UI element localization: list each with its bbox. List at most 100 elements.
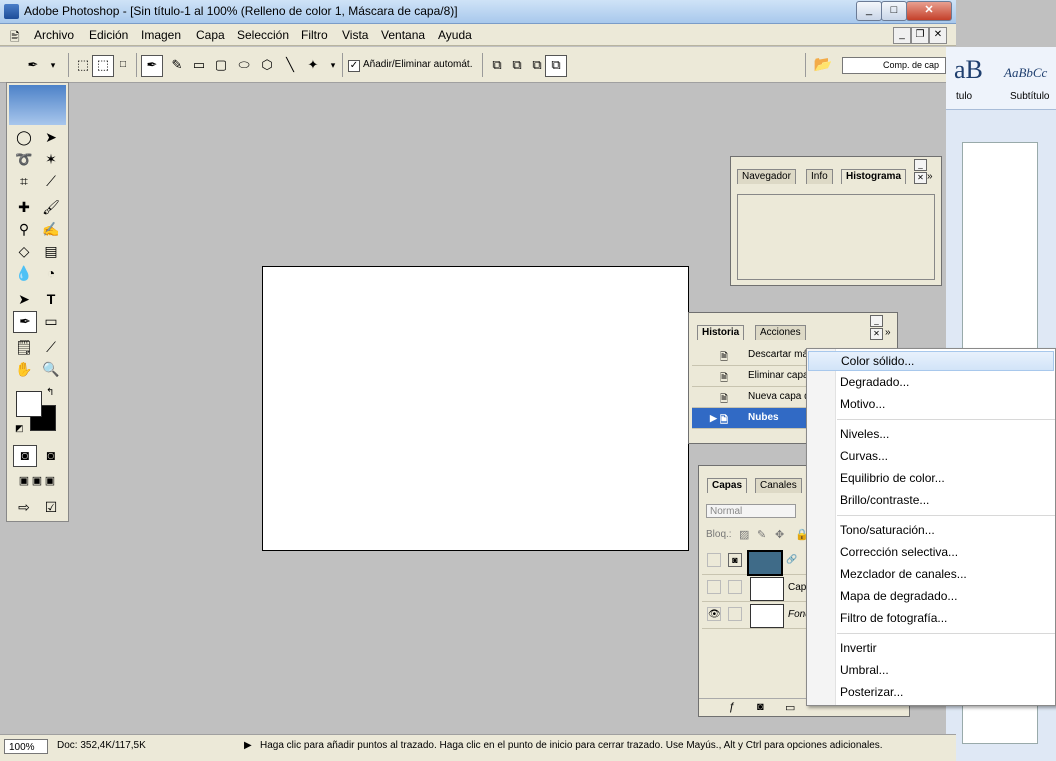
- pen-tool-icon[interactable]: ✒: [13, 311, 37, 333]
- layer-mask-icon[interactable]: ◙: [757, 701, 764, 713]
- dodge-icon[interactable]: ◔: [40, 263, 62, 283]
- path-selection-icon[interactable]: ➤: [13, 289, 35, 309]
- combine-subtract-icon[interactable]: ⧉: [506, 55, 528, 77]
- menu-item-mezclador-canales[interactable]: Mezclador de canales...: [840, 567, 967, 581]
- blur-icon[interactable]: 💧: [13, 263, 35, 283]
- combine-exclude-icon[interactable]: ⧉: [545, 55, 567, 77]
- auto-add-delete-checkbox[interactable]: ✓: [348, 60, 360, 72]
- panel-menu-icon[interactable]: »: [927, 171, 933, 182]
- screen-mode-3-icon[interactable]: ▣: [39, 471, 61, 491]
- type-tool-icon[interactable]: T: [40, 289, 62, 309]
- ellipse-icon[interactable]: ⬭: [233, 55, 255, 77]
- pen-icon[interactable]: ✒: [141, 55, 163, 77]
- history-item[interactable]: 🗎 Eliminar capa: [692, 366, 810, 387]
- new-group-icon[interactable]: ▭: [785, 701, 795, 714]
- fill-pixels-icon[interactable]: □: [112, 55, 134, 77]
- foreground-color-swatch[interactable]: [16, 391, 42, 417]
- gradient-icon[interactable]: ▤: [40, 241, 62, 261]
- swap-colors-icon[interactable]: ↰: [46, 387, 54, 398]
- layer-row[interactable]: ◙ 🔗: [702, 548, 808, 576]
- lock-transparency-icon[interactable]: ▨: [739, 528, 749, 541]
- line-icon[interactable]: ╲: [279, 55, 301, 77]
- quick-mask-icon[interactable]: ◙: [40, 445, 62, 465]
- brush-icon[interactable]: 🖌: [40, 197, 62, 217]
- menu-seleccion[interactable]: Selección: [237, 28, 289, 42]
- default-colors-icon[interactable]: ◩: [15, 423, 24, 434]
- document-canvas[interactable]: [262, 266, 689, 551]
- minimize-button[interactable]: _: [856, 1, 882, 21]
- history-brush-icon[interactable]: ✍: [40, 219, 62, 239]
- menu-item-degradado[interactable]: Degradado...: [840, 375, 909, 389]
- tab-canales[interactable]: Canales: [755, 478, 802, 493]
- history-item[interactable]: 🗎 Nueva capa d: [692, 387, 810, 408]
- layer-row[interactable]: 👁 Fond: [702, 602, 811, 629]
- shape-layers-icon[interactable]: ⬚: [72, 55, 94, 77]
- menu-capa[interactable]: Capa: [196, 28, 225, 42]
- paths-mode-icon[interactable]: ⬚: [92, 55, 114, 77]
- eye-icon[interactable]: 👁: [707, 607, 721, 621]
- doc-restore-icon[interactable]: ❐: [911, 27, 929, 44]
- menu-item-equilibrio-color[interactable]: Equilibrio de color...: [840, 471, 945, 485]
- menu-item-mapa-degradado[interactable]: Mapa de degradado...: [840, 589, 957, 603]
- shape-dropdown-icon[interactable]: ▾: [322, 55, 344, 77]
- menu-item-umbral[interactable]: Umbral...: [840, 663, 889, 677]
- tab-historia[interactable]: Historia: [697, 325, 745, 340]
- notes-icon[interactable]: 🗒: [13, 337, 35, 357]
- jump-to-icon[interactable]: ☑: [40, 497, 62, 517]
- tab-navegador[interactable]: Navegador: [737, 169, 796, 184]
- menu-item-correccion-selectiva[interactable]: Corrección selectiva...: [840, 545, 958, 559]
- menu-item-posterizar[interactable]: Posterizar...: [840, 685, 903, 699]
- menu-item-filtro-fotografia[interactable]: Filtro de fotografía...: [840, 611, 947, 625]
- layer-comps-tab[interactable]: Comp. de cap: [842, 57, 946, 74]
- menu-item-brillo-contraste[interactable]: Brillo/contraste...: [840, 493, 929, 507]
- layer-row[interactable]: Capa: [702, 575, 812, 602]
- layer-style-icon[interactable]: ƒ: [729, 701, 735, 713]
- menu-imagen[interactable]: Imagen: [141, 28, 181, 42]
- menu-archivo[interactable]: Archivo: [34, 28, 74, 42]
- slice-icon[interactable]: ⟋: [40, 171, 62, 191]
- custom-shape-icon[interactable]: ✦: [302, 55, 324, 77]
- menu-ventana[interactable]: Ventana: [381, 28, 425, 42]
- doc-close-icon[interactable]: ✕: [929, 27, 947, 44]
- magic-wand-icon[interactable]: ✶: [40, 149, 62, 169]
- tab-acciones[interactable]: Acciones: [755, 325, 806, 340]
- pen-tool-preset-icon[interactable]: ✒: [22, 55, 44, 77]
- healing-brush-icon[interactable]: ✚: [13, 197, 35, 217]
- rounded-rect-icon[interactable]: ▢: [210, 55, 232, 77]
- lasso-icon[interactable]: ➰: [13, 149, 35, 169]
- menu-filtro[interactable]: Filtro: [301, 28, 328, 42]
- menu-edicion[interactable]: Edición: [89, 28, 128, 42]
- maximize-button[interactable]: □: [881, 1, 907, 21]
- panel-minimize-icon[interactable]: _: [870, 315, 883, 327]
- file-browser-icon[interactable]: 📂: [812, 55, 834, 77]
- panel-close-icon[interactable]: ✕: [870, 328, 883, 340]
- zoom-field[interactable]: 100%: [4, 739, 48, 754]
- close-button[interactable]: ✕: [906, 1, 952, 21]
- panel-menu-icon[interactable]: »: [885, 327, 891, 338]
- tab-capas[interactable]: Capas: [707, 478, 748, 493]
- elliptical-marquee-icon[interactable]: ◯: [13, 127, 35, 147]
- menu-ayuda[interactable]: Ayuda: [438, 28, 472, 42]
- layer-link-toggle[interactable]: [728, 607, 742, 621]
- menu-item-invertir[interactable]: Invertir: [840, 641, 877, 655]
- tab-histograma[interactable]: Histograma: [841, 169, 907, 184]
- menu-item-color-solido[interactable]: Color sólido...: [808, 351, 1054, 371]
- freeform-pen-icon[interactable]: ✎: [166, 55, 188, 77]
- tab-info[interactable]: Info: [806, 169, 833, 184]
- blend-mode-select[interactable]: Normal: [706, 504, 796, 518]
- eyedropper-icon[interactable]: ⟋: [40, 337, 62, 357]
- lock-move-icon[interactable]: ✥: [775, 528, 784, 541]
- history-item[interactable]: 🗎 Descartar má: [692, 345, 810, 366]
- panel-minimize-icon[interactable]: _: [914, 159, 927, 171]
- zoom-icon[interactable]: 🔍: [40, 359, 62, 379]
- menu-item-niveles[interactable]: Niveles...: [840, 427, 889, 441]
- layer-visibility-toggle[interactable]: [707, 553, 721, 567]
- layer-link-toggle[interactable]: [728, 580, 742, 594]
- lock-brush-icon[interactable]: ✎: [757, 528, 766, 541]
- doc-minimize-icon[interactable]: _: [893, 27, 911, 44]
- eraser-icon[interactable]: ◇: [13, 241, 35, 261]
- preset-dropdown-icon[interactable]: ▾: [42, 55, 64, 77]
- rectangle-shape-icon[interactable]: ▭: [40, 311, 62, 331]
- history-item-selected[interactable]: ▶ 🗎 Nubes: [692, 408, 810, 429]
- menu-item-tono-saturacion[interactable]: Tono/saturación...: [840, 523, 935, 537]
